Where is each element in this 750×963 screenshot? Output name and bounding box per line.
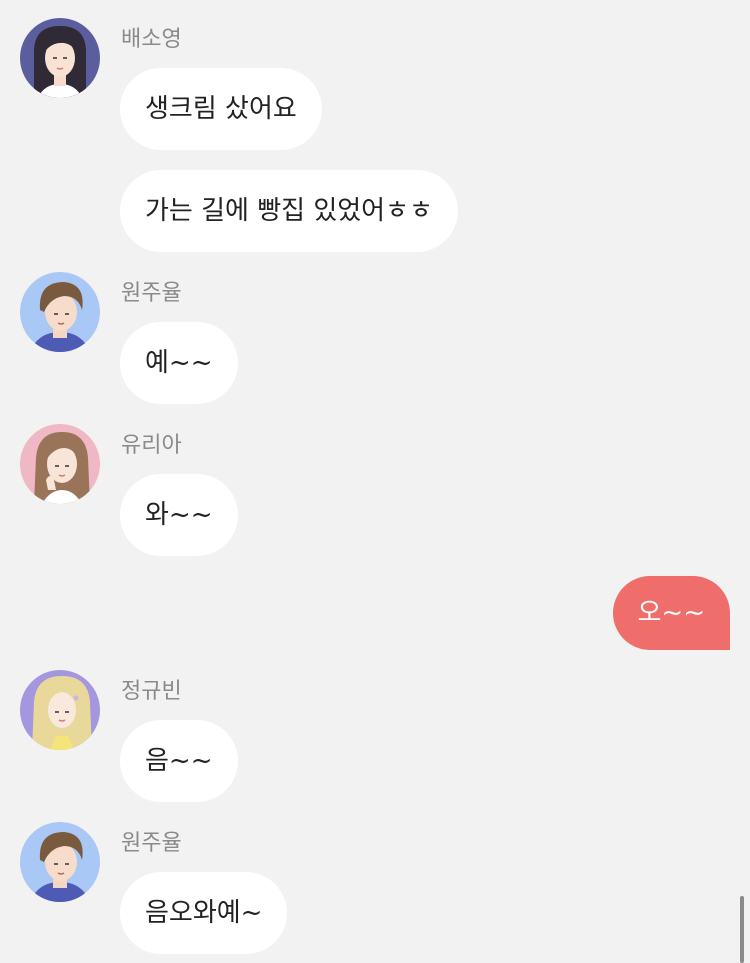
woman-blonde-curly-hair-avatar	[20, 670, 100, 750]
man-brown-hair-avatar	[20, 822, 100, 902]
sender-name: 배소영	[121, 27, 182, 52]
avatar-wonjuyul[interactable]	[20, 272, 100, 352]
message-bubble[interactable]: 음~~	[120, 720, 238, 802]
message-bubble[interactable]: 와~~	[120, 474, 238, 556]
avatar-jeonggyubin[interactable]	[20, 670, 100, 750]
sender-name: 원주율	[121, 831, 182, 856]
woman-long-brown-hair-avatar	[20, 424, 100, 504]
man-brown-hair-avatar	[20, 272, 100, 352]
sender-name: 유리아	[121, 433, 182, 458]
sender-name: 원주율	[121, 281, 182, 306]
woman-dark-hair-avatar	[20, 18, 100, 98]
message-bubble[interactable]: 생크림 샀어요	[120, 68, 322, 150]
message-bubble[interactable]: 가는 길에 빵집 있었어ㅎㅎ	[120, 170, 458, 252]
avatar-yuria[interactable]	[20, 424, 100, 504]
message-bubble[interactable]: 예~~	[120, 322, 238, 404]
scrollbar[interactable]	[740, 896, 744, 963]
sender-name: 정규빈	[121, 679, 182, 704]
message-bubble[interactable]: 음오와예~	[120, 872, 288, 954]
avatar-baesoyoung[interactable]	[20, 18, 100, 98]
my-message-bubble[interactable]: 오~~	[612, 576, 730, 650]
avatar-wonjuyul[interactable]	[20, 822, 100, 902]
